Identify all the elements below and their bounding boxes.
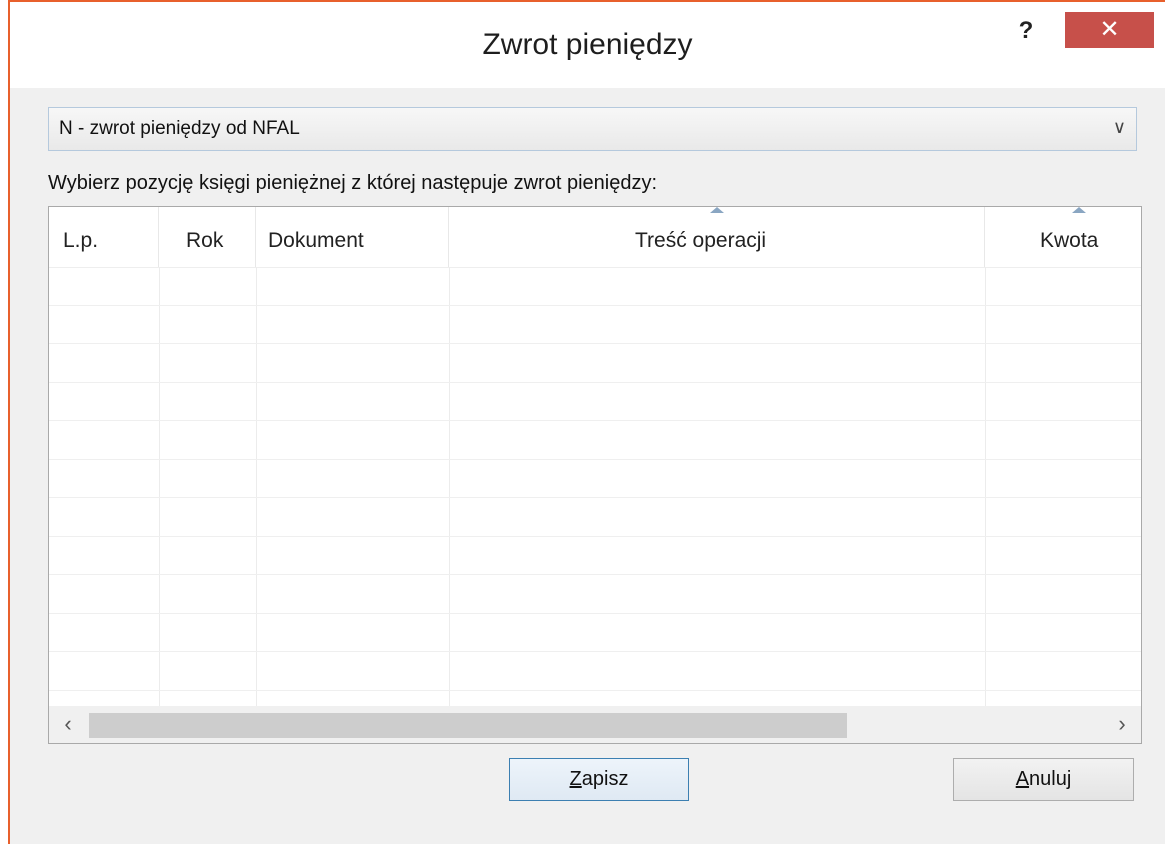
close-button[interactable]: ✕ (1065, 12, 1154, 48)
dialog-title: Zwrot pieniędzy (482, 28, 693, 61)
column-header-label: Rok (186, 229, 224, 252)
scroll-left-icon[interactable]: ‹ (53, 712, 83, 736)
column-header-dokument[interactable]: Dokument (256, 207, 449, 267)
column-header-label: Dokument (268, 229, 364, 252)
table-header: L.p. Rok Dokument Treść operacji Kwota (49, 207, 1141, 268)
save-label: apisz (581, 768, 629, 790)
column-header-lp[interactable]: L.p. (49, 207, 159, 267)
close-icon: ✕ (1099, 16, 1120, 43)
table-row[interactable] (49, 614, 1141, 652)
save-mnemonic: Z (569, 768, 582, 790)
table-row[interactable] (49, 383, 1141, 421)
column-header-tresc-operacji[interactable]: Treść operacji (449, 207, 985, 267)
column-header-kwota[interactable]: Kwota (985, 207, 1141, 267)
chevron-down-icon: ∨ (1112, 117, 1126, 137)
table-row[interactable] (49, 652, 1141, 691)
table-row[interactable] (49, 537, 1141, 575)
column-header-label: L.p. (63, 229, 99, 252)
scrollbar-thumb[interactable] (89, 713, 847, 738)
sort-ascending-icon (710, 207, 724, 213)
title-bar[interactable]: Zwrot pieniędzy ? ✕ (10, 2, 1165, 88)
cash-book-table[interactable]: L.p. Rok Dokument Treść operacji Kwota ‹… (48, 206, 1142, 744)
save-button[interactable]: Zapisz (509, 758, 689, 801)
instruction-label: Wybierz pozycję księgi pieniężnej z któr… (48, 172, 658, 194)
column-header-label: Treść operacji (635, 229, 767, 252)
cancel-mnemonic: A (1015, 768, 1030, 790)
column-header-rok[interactable]: Rok (159, 207, 256, 267)
help-button[interactable]: ? (1006, 16, 1046, 46)
type-dropdown[interactable]: N - zwrot pieniędzy od NFAL ∨ (48, 107, 1137, 151)
table-body (49, 267, 1141, 706)
sort-ascending-icon (1072, 207, 1086, 213)
table-row[interactable] (49, 421, 1141, 460)
cancel-button[interactable]: Anuluj (953, 758, 1134, 801)
table-row[interactable] (49, 460, 1141, 498)
horizontal-scrollbar[interactable]: ‹ › (49, 706, 1141, 743)
table-row[interactable] (49, 575, 1141, 614)
column-header-label: Kwota (1040, 229, 1099, 252)
scroll-right-icon[interactable]: › (1107, 712, 1137, 736)
type-dropdown-value: N - zwrot pieniędzy od NFAL (59, 118, 300, 139)
table-row[interactable] (49, 267, 1141, 306)
cancel-label: nuluj (1029, 768, 1072, 790)
table-row[interactable] (49, 306, 1141, 344)
table-row[interactable] (49, 344, 1141, 383)
dialog-window: Zwrot pieniędzy ? ✕ N - zwrot pieniędzy … (8, 0, 1165, 844)
table-row[interactable] (49, 498, 1141, 537)
